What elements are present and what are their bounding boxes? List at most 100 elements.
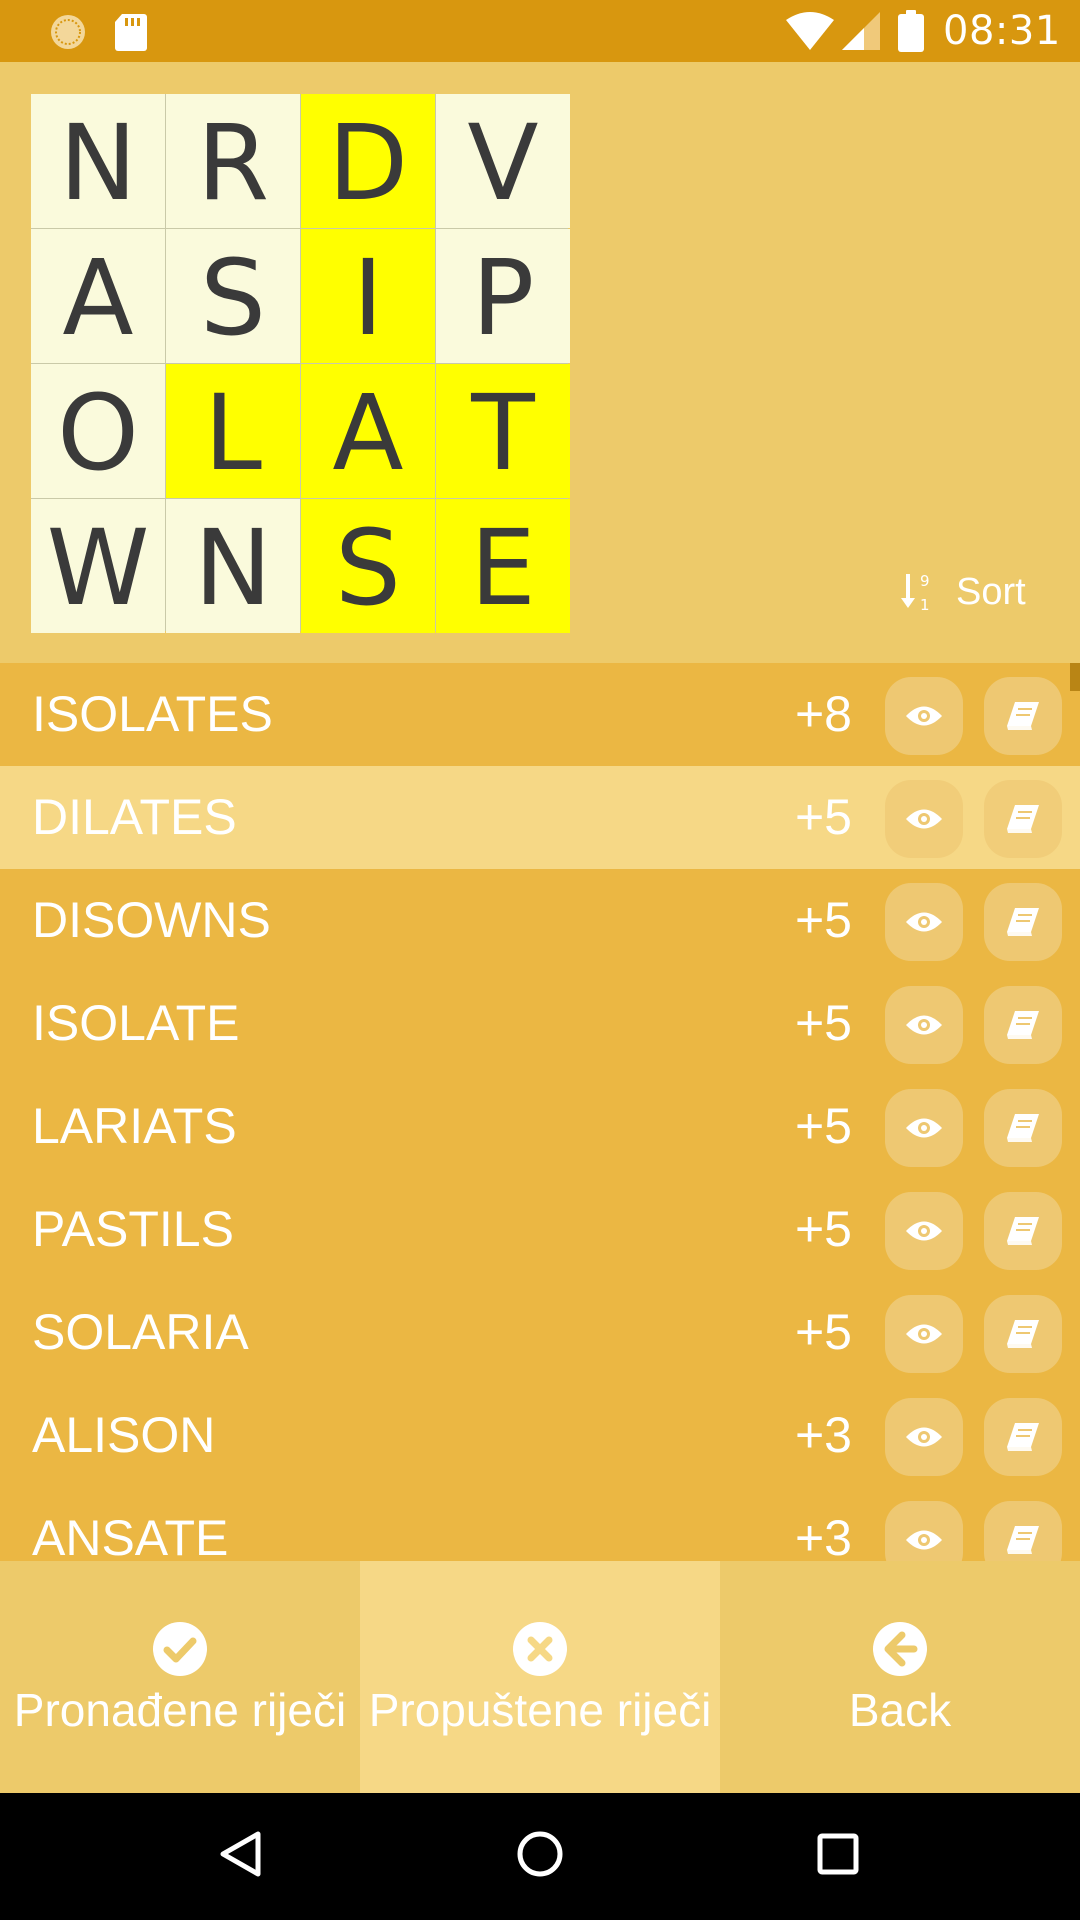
board-cell: W bbox=[31, 499, 165, 633]
word-text: LARIATS bbox=[32, 1098, 237, 1154]
status-bar: 08:31 bbox=[0, 0, 1080, 62]
found-words-label: Pronađene riječi bbox=[13, 1684, 347, 1736]
show-word-button[interactable] bbox=[885, 1089, 963, 1167]
show-word-button[interactable] bbox=[885, 1295, 963, 1373]
svg-text:9: 9 bbox=[920, 572, 930, 590]
word-row[interactable]: PASTILS +5 bbox=[0, 1178, 1080, 1281]
battery-icon bbox=[898, 10, 924, 52]
word-row[interactable]: LARIATS +5 bbox=[0, 1075, 1080, 1178]
definition-button[interactable] bbox=[984, 780, 1062, 858]
board-cell: R bbox=[166, 94, 300, 228]
wifi-icon bbox=[786, 12, 834, 50]
show-word-button[interactable] bbox=[885, 883, 963, 961]
board-cell: O bbox=[31, 364, 165, 498]
navigation-bar bbox=[0, 1793, 1080, 1920]
letter-board: NRDVASIPOLATWNSE bbox=[31, 94, 570, 633]
board-cell: P bbox=[436, 229, 570, 363]
eye-icon bbox=[906, 1221, 942, 1241]
word-row[interactable]: ALISON +3 bbox=[0, 1384, 1080, 1487]
word-text: ISOLATE bbox=[32, 995, 240, 1051]
word-list[interactable]: ISOLATES +8 DILATES +5 DISOWNS +5 ISOLATE +5 LAR… bbox=[0, 663, 1080, 1561]
check-circle-icon bbox=[153, 1622, 207, 1676]
eye-icon bbox=[906, 706, 942, 726]
word-text: DISOWNS bbox=[32, 892, 271, 948]
x-circle-icon bbox=[513, 1622, 567, 1676]
definition-button[interactable] bbox=[984, 1501, 1062, 1561]
book-icon bbox=[1007, 1114, 1039, 1142]
definition-button[interactable] bbox=[984, 1398, 1062, 1476]
sort-button[interactable]: 9 1 Sort bbox=[900, 566, 1026, 618]
word-text: ISOLATES bbox=[32, 686, 273, 742]
book-icon bbox=[1007, 1320, 1039, 1348]
book-icon bbox=[1007, 1526, 1039, 1554]
word-text: PASTILS bbox=[32, 1201, 234, 1257]
book-icon bbox=[1007, 1217, 1039, 1245]
sort-numeric-icon: 9 1 bbox=[901, 572, 930, 612]
definition-button[interactable] bbox=[984, 1295, 1062, 1373]
word-text: ANSATE bbox=[32, 1510, 229, 1561]
eye-icon bbox=[906, 1427, 942, 1447]
word-score: +3 bbox=[794, 1407, 852, 1463]
eye-icon bbox=[906, 1530, 942, 1550]
book-icon bbox=[1007, 805, 1039, 833]
word-score: +3 bbox=[794, 1510, 852, 1561]
board-cell: N bbox=[166, 499, 300, 633]
definition-button[interactable] bbox=[984, 883, 1062, 961]
show-word-button[interactable] bbox=[885, 1501, 963, 1561]
definition-button[interactable] bbox=[984, 1192, 1062, 1270]
board-cell: L bbox=[166, 364, 300, 498]
show-word-button[interactable] bbox=[885, 1398, 963, 1476]
missed-words-label: Propuštene riječi bbox=[368, 1684, 712, 1736]
word-score: +5 bbox=[794, 1201, 852, 1257]
word-score: +5 bbox=[794, 1098, 852, 1154]
board-cell: I bbox=[301, 229, 435, 363]
book-icon bbox=[1007, 702, 1039, 730]
word-text: DILATES bbox=[32, 789, 237, 845]
bottom-bar: Pronađene riječi Propuštene riječi Back bbox=[0, 1561, 1080, 1793]
book-icon bbox=[1007, 1011, 1039, 1039]
back-button[interactable]: Back bbox=[720, 1561, 1080, 1793]
word-row[interactable]: ISOLATE +5 bbox=[0, 972, 1080, 1075]
show-word-button[interactable] bbox=[885, 986, 963, 1064]
definition-button[interactable] bbox=[984, 677, 1062, 755]
word-score: +8 bbox=[794, 686, 852, 742]
word-row[interactable]: SOLARIA +5 bbox=[0, 1281, 1080, 1384]
eye-icon bbox=[906, 1015, 942, 1035]
show-word-button[interactable] bbox=[885, 677, 963, 755]
eye-icon bbox=[906, 912, 942, 932]
clock: 08:31 bbox=[943, 8, 1061, 54]
word-text: ALISON bbox=[32, 1407, 216, 1463]
board-cell: N bbox=[31, 94, 165, 228]
board-cell: S bbox=[166, 229, 300, 363]
eye-icon bbox=[906, 1118, 942, 1138]
show-word-button[interactable] bbox=[885, 780, 963, 858]
board-cell: D bbox=[301, 94, 435, 228]
definition-button[interactable] bbox=[984, 986, 1062, 1064]
board-cell: V bbox=[436, 94, 570, 228]
back-label: Back bbox=[848, 1684, 952, 1736]
show-word-button[interactable] bbox=[885, 1192, 963, 1270]
recents-square-icon[interactable] bbox=[815, 1829, 861, 1879]
word-row[interactable]: ISOLATES +8 bbox=[0, 663, 1080, 766]
svg-text:1: 1 bbox=[920, 596, 930, 612]
arrow-left-circle-icon bbox=[873, 1622, 927, 1676]
board-cell: T bbox=[436, 364, 570, 498]
signal-icon bbox=[842, 12, 880, 50]
word-row[interactable]: DILATES +5 bbox=[0, 766, 1080, 869]
word-row[interactable]: ANSATE +3 bbox=[0, 1487, 1080, 1561]
book-icon bbox=[1007, 1423, 1039, 1451]
sync-icon bbox=[51, 15, 85, 49]
book-icon bbox=[1007, 908, 1039, 936]
sort-label: Sort bbox=[956, 570, 1026, 613]
board-cell: E bbox=[436, 499, 570, 633]
word-score: +5 bbox=[794, 892, 852, 948]
missed-words-button[interactable]: Propuštene riječi bbox=[360, 1561, 720, 1793]
word-score: +5 bbox=[794, 1304, 852, 1360]
found-words-button[interactable]: Pronađene riječi bbox=[0, 1561, 360, 1793]
definition-button[interactable] bbox=[984, 1089, 1062, 1167]
back-triangle-icon[interactable] bbox=[218, 1829, 264, 1879]
list-scrollbar[interactable] bbox=[1070, 663, 1080, 691]
board-cell: A bbox=[31, 229, 165, 363]
word-row[interactable]: DISOWNS +5 bbox=[0, 869, 1080, 972]
home-circle-icon[interactable] bbox=[515, 1829, 565, 1879]
